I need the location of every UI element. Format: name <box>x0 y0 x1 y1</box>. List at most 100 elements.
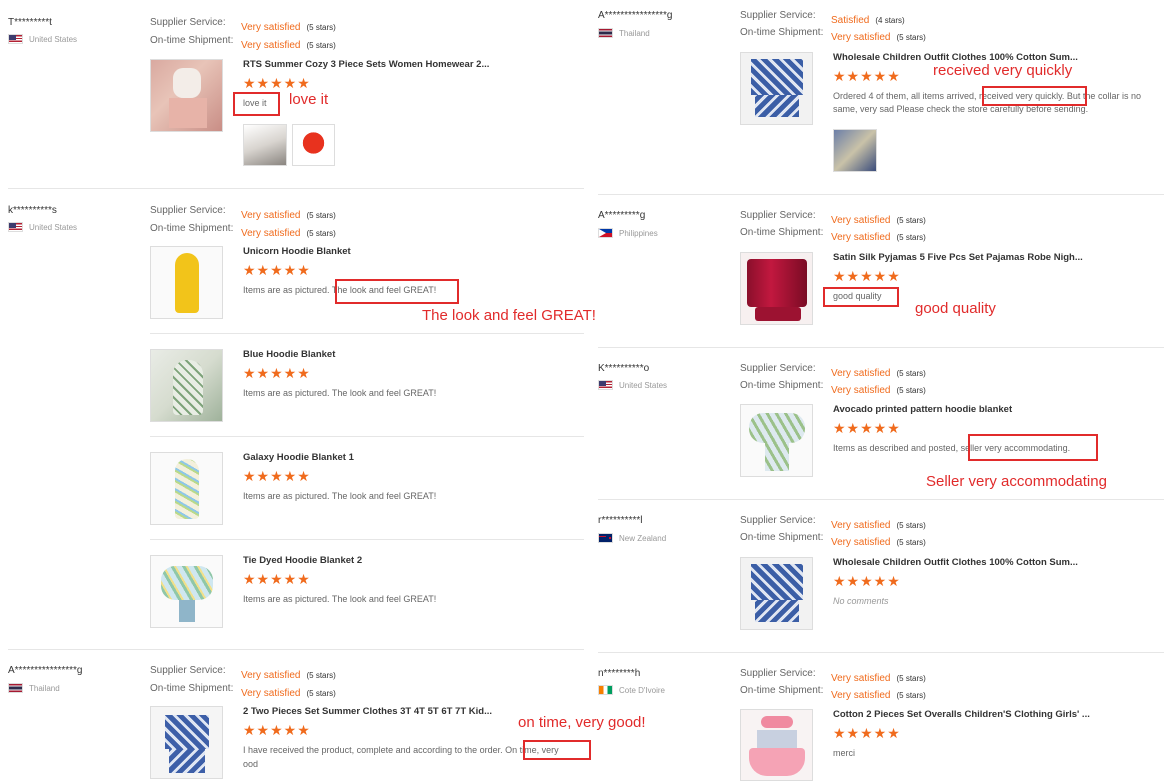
supplier-service-rating: Very satisfied (5 stars) <box>241 22 336 33</box>
cote-divoire-flag-icon <box>598 685 613 695</box>
review-text: Items are as pictured. The look and feel… <box>243 491 437 501</box>
reviewer-name: n********h <box>598 668 641 679</box>
star-rating: ★★★★★ <box>833 268 901 284</box>
product-image[interactable] <box>150 706 223 779</box>
ontime-shipment-rating: Very satisfied (5 stars) <box>241 40 336 51</box>
ontime-shipment-label: On-time Shipment: <box>150 683 234 694</box>
reviewer-country: Philippines <box>598 228 658 238</box>
ontime-shipment-rating: Very satisfied (5 stars) <box>831 232 926 243</box>
annotation: Seller very accommodating <box>926 473 1107 490</box>
product-divider <box>150 436 584 437</box>
product-divider <box>150 539 584 540</box>
reviewer-country: Thailand <box>598 28 650 38</box>
product-divider <box>150 333 584 334</box>
product-image[interactable] <box>150 349 223 422</box>
reviewer-name: A****************g <box>598 10 673 21</box>
product-title[interactable]: Galaxy Hoodie Blanket 1 <box>243 452 503 463</box>
ontime-shipment-label: On-time Shipment: <box>740 27 824 38</box>
supplier-service-label: Supplier Service: <box>740 363 816 374</box>
reviewer-name: A****************g <box>8 665 83 676</box>
reviewer-name: A*********g <box>598 210 646 221</box>
star-rating: ★★★★★ <box>833 725 901 741</box>
reviewer-country: United States <box>598 380 667 390</box>
supplier-service-label: Supplier Service: <box>150 665 226 676</box>
highlight-box <box>968 434 1098 461</box>
review-text: merci <box>833 748 855 758</box>
highlight-box <box>982 86 1087 106</box>
supplier-service-label: Supplier Service: <box>740 515 816 526</box>
product-image[interactable] <box>740 52 813 125</box>
product-title[interactable]: Unicorn Hoodie Blanket <box>243 246 503 257</box>
star-rating: ★★★★★ <box>243 468 311 484</box>
product-title[interactable]: Satin Silk Pyjamas 5 Five Pcs Set Pajama… <box>833 252 1093 263</box>
highlight-box <box>233 92 280 116</box>
review-photo[interactable] <box>292 124 335 166</box>
highlight-box <box>335 279 459 304</box>
ontime-shipment-label: On-time Shipment: <box>150 35 234 46</box>
review-text: Items are as pictured. The look and feel… <box>243 388 437 398</box>
supplier-service-label: Supplier Service: <box>150 205 226 216</box>
star-rating: ★★★★★ <box>243 365 311 381</box>
product-image[interactable] <box>740 557 813 630</box>
product-image[interactable] <box>150 59 223 132</box>
product-image[interactable] <box>740 404 813 477</box>
ontime-shipment-label: On-time Shipment: <box>740 685 824 696</box>
reviewer-country: United States <box>8 34 77 44</box>
us-flag-icon <box>8 222 23 232</box>
star-rating: ★★★★★ <box>833 420 901 436</box>
annotation: The look and feel GREAT! <box>422 307 596 324</box>
ontime-shipment-rating: Very satisfied (5 stars) <box>831 690 926 701</box>
new-zealand-flag-icon <box>598 533 613 543</box>
ontime-shipment-label: On-time Shipment: <box>740 380 824 391</box>
philippines-flag-icon <box>598 228 613 238</box>
review-divider <box>598 652 1164 653</box>
supplier-service-rating: Very satisfied (5 stars) <box>831 215 926 226</box>
product-image[interactable] <box>740 252 813 325</box>
reviewer-name: k**********s <box>8 205 57 216</box>
product-title[interactable]: Blue Hoodie Blanket <box>243 349 503 360</box>
annotation: love it <box>289 91 329 108</box>
review-photo[interactable] <box>243 124 287 166</box>
supplier-service-label: Supplier Service: <box>150 17 226 28</box>
ontime-shipment-rating: Very satisfied (5 stars) <box>241 688 336 699</box>
product-image[interactable] <box>150 555 223 628</box>
review-divider <box>598 499 1164 500</box>
reviewer-name: T*********t <box>8 17 52 28</box>
annotation: received very quickly <box>933 62 1073 79</box>
review-divider <box>8 649 584 650</box>
product-title[interactable]: Tie Dyed Hoodie Blanket 2 <box>243 555 503 566</box>
product-title[interactable]: 2 Two Pieces Set Summer Clothes 3T 4T 5T… <box>243 706 503 717</box>
reviewer-country: New Zealand <box>598 533 666 543</box>
review-divider <box>8 188 584 189</box>
ontime-shipment-rating: Very satisfied (5 stars) <box>831 32 926 43</box>
annotation: good quality <box>915 300 996 317</box>
review-photo[interactable] <box>833 129 877 172</box>
product-title[interactable]: Cotton 2 Pieces Set Overalls Children'S … <box>833 709 1093 720</box>
thailand-flag-icon <box>8 683 23 693</box>
ontime-shipment-label: On-time Shipment: <box>740 532 824 543</box>
highlight-box <box>523 740 591 760</box>
product-image[interactable] <box>150 452 223 525</box>
product-title[interactable]: Wholesale Children Outfit Clothes 100% C… <box>833 557 1093 568</box>
ontime-shipment-rating: Very satisfied (5 stars) <box>831 385 926 396</box>
product-title[interactable]: Avocado printed pattern hoodie blanket <box>833 404 1093 415</box>
review-text-continued: ood <box>243 759 259 769</box>
ontime-shipment-rating: Very satisfied (5 stars) <box>241 228 336 239</box>
reviewer-country: Thailand <box>8 683 60 693</box>
highlight-box <box>823 287 899 307</box>
no-comments-text: No comments <box>833 596 889 606</box>
star-rating: ★★★★★ <box>243 722 311 738</box>
review-divider <box>598 347 1164 348</box>
ontime-shipment-label: On-time Shipment: <box>150 223 234 234</box>
us-flag-icon <box>598 380 613 390</box>
supplier-service-label: Supplier Service: <box>740 10 816 21</box>
review-divider <box>598 194 1164 195</box>
supplier-service-rating: Very satisfied (5 stars) <box>831 673 926 684</box>
us-flag-icon <box>8 34 23 44</box>
star-rating: ★★★★★ <box>243 75 311 91</box>
ontime-shipment-label: On-time Shipment: <box>740 227 824 238</box>
product-image[interactable] <box>740 709 813 781</box>
star-rating: ★★★★★ <box>243 262 311 278</box>
product-title[interactable]: RTS Summer Cozy 3 Piece Sets Women Homew… <box>243 59 503 70</box>
product-image[interactable] <box>150 246 223 319</box>
